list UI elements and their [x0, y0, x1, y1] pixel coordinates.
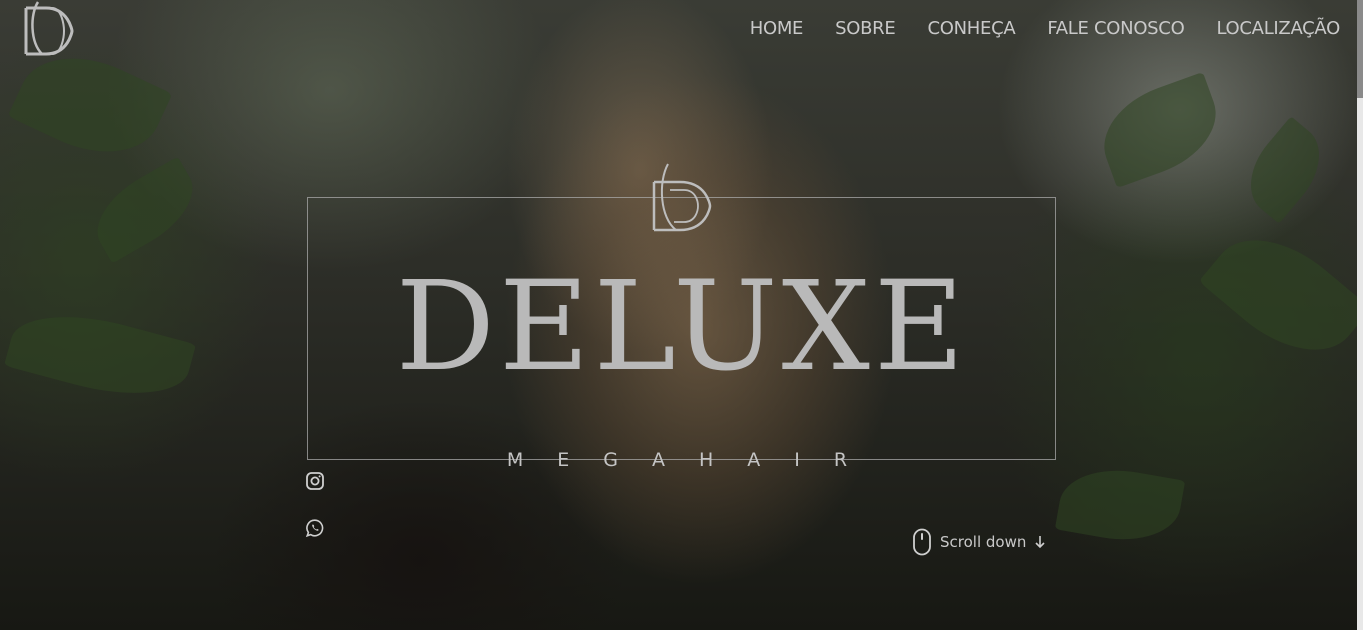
nav-fale-conosco[interactable]: FALE CONOSCO — [1047, 18, 1184, 39]
brand-tagline: MEGAHAIR — [506, 449, 882, 471]
arrow-down-icon — [1035, 536, 1045, 549]
background-leaf — [1054, 460, 1186, 550]
whatsapp-icon[interactable] — [305, 518, 325, 538]
brand-name: DELUXE — [395, 255, 969, 399]
hero-section: HOME SOBRE CONHEÇA FALE CONOSCO LOCALIZA… — [0, 0, 1357, 630]
nav-localizacao[interactable]: LOCALIZAÇÃO — [1216, 18, 1340, 39]
background-leaf — [1198, 212, 1357, 378]
nav-home[interactable]: HOME — [750, 18, 804, 39]
scroll-down-label: Scroll down — [940, 533, 1027, 551]
scrollbar-thumb[interactable] — [1357, 0, 1363, 98]
page-scrollbar[interactable] — [1357, 0, 1363, 630]
scroll-down-button[interactable]: Scroll down — [912, 528, 1046, 556]
background-leaf — [1233, 116, 1337, 224]
background-leaf — [1089, 71, 1231, 189]
brand-monogram-icon — [652, 163, 712, 232]
nav-sobre[interactable]: SOBRE — [835, 18, 896, 39]
instagram-icon[interactable] — [305, 471, 325, 491]
main-nav: HOME SOBRE CONHEÇA FALE CONOSCO LOCALIZA… — [750, 18, 1341, 39]
background-leaf — [4, 297, 196, 413]
brand-tagline-wrap: MEGAHAIR — [440, 446, 914, 474]
deluxe-monogram-icon[interactable] — [16, 0, 76, 62]
background-leaf — [82, 156, 208, 264]
mouse-icon — [913, 528, 931, 556]
nav-conheca[interactable]: CONHEÇA — [927, 18, 1015, 39]
